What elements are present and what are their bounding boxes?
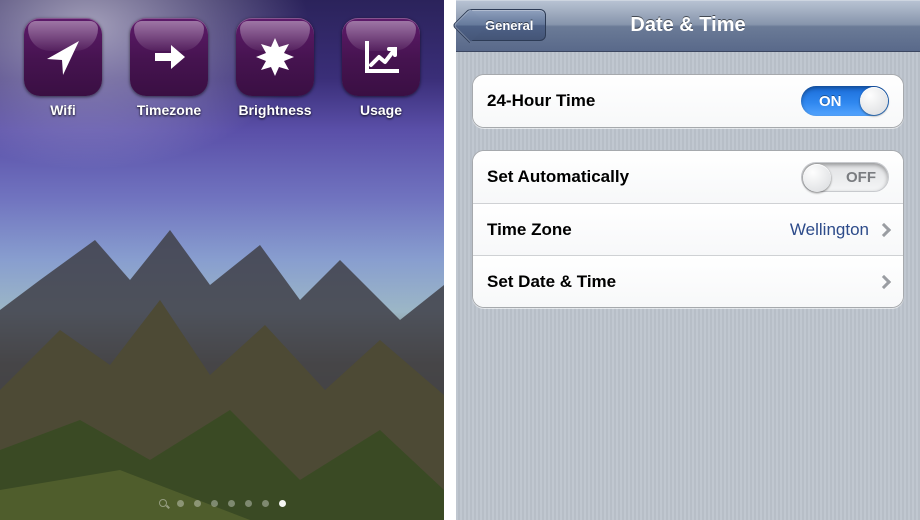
page-dot[interactable] (228, 500, 235, 507)
row-setdt-label: Set Date & Time (487, 272, 879, 292)
page-dot-active[interactable] (279, 500, 286, 507)
row-tz-label: Time Zone (487, 220, 790, 240)
wallpaper-mountains (0, 190, 444, 520)
row-24hour[interactable]: 24-Hour Time ON (473, 75, 903, 127)
page-indicator[interactable] (0, 500, 444, 508)
time-zone-value: Wellington (790, 220, 869, 240)
location-arrow-icon (24, 18, 102, 96)
row-auto-label: Set Automatically (487, 167, 801, 187)
row-set-date-time[interactable]: Set Date & Time (473, 255, 903, 307)
toggle-state-label: OFF (846, 169, 876, 186)
row-24hour-label: 24-Hour Time (487, 91, 801, 111)
app-shortcut-row: Wifi Timezone Brightness (0, 0, 444, 118)
chevron-right-icon (877, 274, 891, 288)
app-timezone[interactable]: Timezone (128, 18, 210, 118)
app-wifi[interactable]: Wifi (22, 18, 104, 118)
chart-line-icon (342, 18, 420, 96)
app-label: Timezone (137, 102, 201, 118)
arrow-right-icon (130, 18, 208, 96)
starburst-icon (236, 18, 314, 96)
nav-bar: General Date & Time (456, 0, 920, 52)
toggle-set-automatically[interactable]: OFF (801, 162, 889, 192)
home-screen: Wifi Timezone Brightness (0, 0, 444, 520)
toggle-knob (860, 87, 888, 115)
toggle-state-label: ON (819, 93, 842, 110)
settings-group-2: Set Automatically OFF Time Zone Wellingt… (472, 150, 904, 308)
screenshot-divider (444, 0, 456, 520)
app-label: Brightness (238, 102, 311, 118)
page-dot[interactable] (194, 500, 201, 507)
row-set-automatically[interactable]: Set Automatically OFF (473, 151, 903, 203)
page-title: Date & Time (630, 14, 745, 37)
settings-pane: General Date & Time 24-Hour Time ON Set … (456, 0, 920, 520)
back-button[interactable]: General (466, 9, 546, 41)
app-brightness[interactable]: Brightness (234, 18, 316, 118)
toggle-24hour[interactable]: ON (801, 86, 889, 116)
page-dot[interactable] (262, 500, 269, 507)
page-dot[interactable] (211, 500, 218, 507)
app-usage[interactable]: Usage (340, 18, 422, 118)
search-page-dot[interactable] (159, 499, 167, 507)
settings-group-1: 24-Hour Time ON (472, 74, 904, 128)
page-dot[interactable] (245, 500, 252, 507)
page-dot[interactable] (177, 500, 184, 507)
chevron-right-icon (877, 222, 891, 236)
back-button-label: General (485, 18, 533, 33)
toggle-knob (803, 164, 831, 192)
row-time-zone[interactable]: Time Zone Wellington (473, 203, 903, 255)
app-label: Wifi (50, 102, 76, 118)
app-label: Usage (360, 102, 402, 118)
